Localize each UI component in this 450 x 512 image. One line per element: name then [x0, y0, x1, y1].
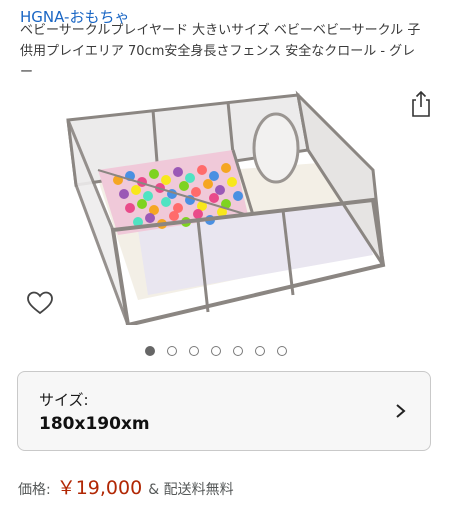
- share-icon[interactable]: [409, 90, 433, 118]
- carousel-indicator: [145, 346, 287, 358]
- carousel-dot[interactable]: [211, 346, 221, 356]
- size-value: 180x190xm: [39, 414, 150, 434]
- product-title: ベビーサークルプレイヤード 大きいサイズ ベビーベビーサークル 子供用プレイエリ…: [20, 23, 421, 80]
- product-image[interactable]: [58, 90, 393, 325]
- size-label: サイズ:: [39, 391, 89, 409]
- carousel-dot[interactable]: [255, 346, 265, 356]
- chevron-right-icon: [396, 404, 406, 418]
- shipping-info: & 配送料無料: [148, 482, 234, 498]
- carousel-dot[interactable]: [233, 346, 243, 356]
- price-row: 価格: ￥19,000 & 配送料無料: [18, 473, 234, 500]
- carousel-dot[interactable]: [277, 346, 287, 356]
- price-label: 価格:: [18, 482, 51, 498]
- brand-link[interactable]: HGNA-おもちゃ: [20, 6, 129, 27]
- carousel-dot[interactable]: [167, 346, 177, 356]
- carousel-dot[interactable]: [189, 346, 199, 356]
- size-selector[interactable]: サイズ: 180x190xm: [17, 371, 431, 451]
- heart-icon[interactable]: [26, 290, 54, 316]
- carousel-dot[interactable]: [145, 346, 155, 356]
- price-value: ￥19,000: [56, 477, 143, 499]
